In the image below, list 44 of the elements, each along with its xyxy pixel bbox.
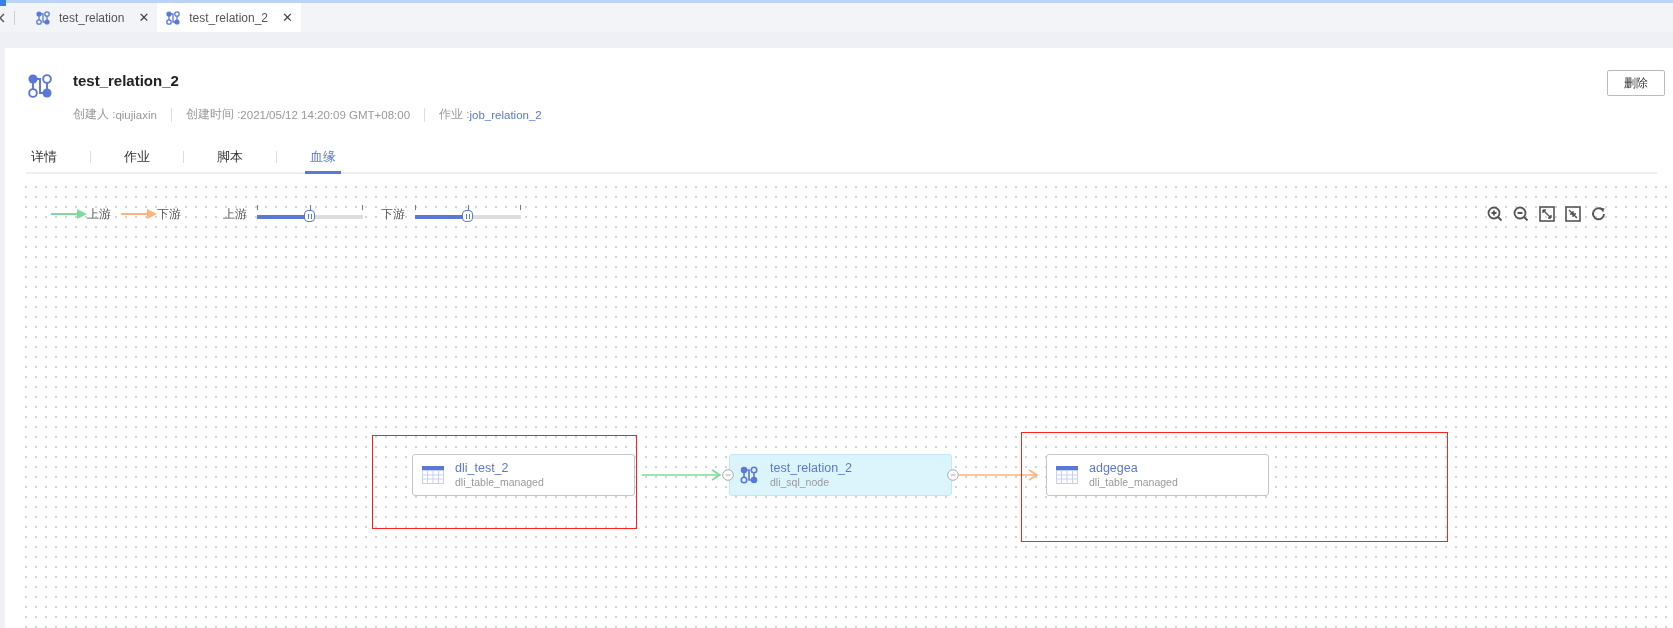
collapse-icon[interactable] [1565,206,1581,222]
slider-label: 上游 [223,205,247,223]
legend-label: 上游 [87,205,111,223]
tab[interactable]: 脚本 [212,146,248,174]
meta-label: 作业 : [439,107,470,120]
node-type: dli_table_managed [1089,475,1178,489]
lineage-node[interactable]: test_relation_2 dli_sql_node [729,454,952,496]
tab[interactable]: 血缘 [305,146,341,174]
expand-icon[interactable] [1539,206,1555,222]
meta-label: 创建时间 : [185,107,241,122]
slider-label: 下游 [381,205,405,223]
table-icon [1056,466,1078,484]
editor-tab[interactable]: test_relation_2 ✕ [157,3,301,32]
refresh-icon[interactable] [1591,206,1607,222]
node-type: dli_sql_node [770,475,830,489]
lineage-node[interactable]: adgegea dli_table_managed [1046,454,1269,496]
table-icon [422,466,444,484]
meta-label: 创建人 : [73,107,116,120]
zoom-out-icon[interactable] [1513,206,1529,222]
job-link[interactable]: job_relation_2 [469,108,542,121]
lineage-icon [165,9,182,26]
lineage-icon [26,72,54,100]
delete-button[interactable]: 删除 [1607,70,1665,96]
zoom-in-icon[interactable] [1487,206,1503,222]
lineage-node[interactable]: dli_test_2 dli_table_managed [412,454,635,496]
meta-value: qiujiaxin [115,108,157,121]
page-title: test_relation_2 [73,72,180,89]
node-name: dli_test_2 [455,461,510,475]
corner-marker [0,0,6,6]
lineage-icon [35,9,51,26]
legend-label: 下游 [157,205,181,223]
lineage-icon [739,465,759,485]
editor-tab[interactable]: test_relation ✕ [27,3,158,32]
close-icon[interactable] [0,12,5,23]
node-name: test_relation_2 [770,461,852,475]
tab[interactable]: 作业 [119,146,155,174]
close-icon[interactable]: ✕ [138,10,150,25]
node-name: adgegea [1089,461,1139,475]
depth-slider[interactable] [257,204,363,224]
tab[interactable]: 详情 [26,146,62,174]
close-icon[interactable]: ✕ [282,10,293,25]
node-type: dli_table_managed [455,475,544,489]
meta-value: 2021/05/12 14:20:09 GMT+08:00 [240,108,411,121]
depth-slider[interactable] [415,204,521,224]
